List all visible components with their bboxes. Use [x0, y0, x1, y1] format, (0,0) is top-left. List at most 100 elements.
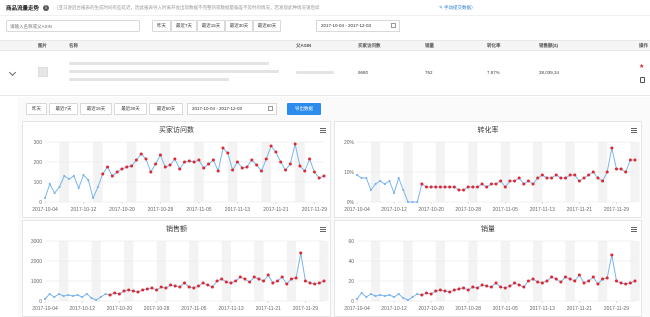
x-tick-label: 2017-10-28 [455, 306, 481, 312]
weekend-band [124, 241, 134, 301]
data-point [115, 170, 119, 174]
data-point [245, 165, 249, 169]
data-point [475, 185, 479, 189]
panel-range-60d-button[interactable]: 最近60天 [149, 103, 183, 115]
data-point [438, 185, 442, 189]
data-point [120, 167, 124, 171]
manual-submit-link[interactable]: ✎ 手动提交数据） [439, 5, 476, 11]
data-point [577, 273, 581, 277]
data-point [43, 196, 47, 200]
data-point [154, 162, 158, 166]
data-point [383, 182, 386, 186]
data-point [485, 284, 489, 288]
data-point [207, 162, 211, 166]
data-point [489, 285, 493, 289]
x-tick-label: 2017-10-12 [381, 306, 407, 312]
data-point [201, 281, 205, 285]
export-data-button[interactable]: 导出数据 [287, 103, 321, 115]
data-point [131, 289, 135, 293]
panel-range-7d-button[interactable]: 最近7天 [49, 103, 78, 115]
data-point [494, 281, 498, 285]
data-point [425, 291, 428, 295]
x-tick-label: 2017-11-05 [181, 306, 206, 312]
data-point [573, 173, 577, 177]
data-point [53, 295, 56, 299]
data-point [173, 157, 177, 161]
weekend-band [227, 142, 238, 202]
range-yesterday-button[interactable]: 昨天 [152, 20, 171, 32]
data-point [62, 294, 65, 298]
data-point [313, 282, 317, 286]
col-sales[interactable]: 销售额($) [539, 41, 558, 51]
data-point [568, 173, 572, 177]
data-point [322, 174, 326, 178]
data-point [480, 283, 484, 287]
col-conversion[interactable]: 转化率 [487, 41, 501, 51]
data-point [605, 276, 609, 280]
panel-range-15d-button[interactable]: 最近15天 [80, 103, 112, 115]
data-point [257, 277, 261, 281]
search-input[interactable] [6, 20, 140, 32]
range-60d-button[interactable]: 最近60天 [253, 20, 281, 32]
data-point [360, 291, 363, 295]
data-point [248, 280, 252, 284]
range-30d-button[interactable]: 最近30天 [225, 20, 253, 32]
data-point [369, 292, 372, 296]
data-point [624, 170, 628, 174]
data-point [564, 176, 567, 180]
data-point [276, 279, 279, 283]
data-point [293, 142, 297, 146]
y-tick-label: 200 [34, 160, 43, 166]
weekend-band [565, 241, 575, 301]
data-point [397, 292, 400, 296]
col-visits[interactable]: 买家访问数 [358, 41, 381, 51]
panel-range-yesterday-button[interactable]: 昨天 [26, 103, 47, 115]
range-15d-button[interactable]: 最近15天 [197, 20, 225, 32]
x-tick-label: 2017-10-12 [381, 207, 407, 213]
data-point [173, 284, 177, 288]
panel-date-range-picker[interactable]: 2017-10-04 - 2017-12-03 [187, 103, 277, 115]
x-tick-label: 2017-10-04 [32, 207, 58, 213]
data-point [624, 282, 628, 286]
data-point [365, 295, 368, 299]
data-point [58, 185, 61, 189]
copy-icon[interactable] [640, 77, 645, 83]
data-point [582, 176, 586, 180]
data-point [238, 275, 242, 279]
data-point [187, 285, 191, 289]
y-tick-label: 10% [344, 170, 355, 176]
data-point [388, 293, 391, 297]
data-point [545, 279, 549, 283]
weekend-band [630, 241, 640, 301]
data-point [92, 196, 95, 200]
data-point [517, 283, 521, 287]
data-point [259, 169, 263, 173]
data-point [312, 170, 316, 174]
data-point [299, 251, 303, 255]
data-point [262, 279, 266, 283]
collapse-chevron-icon[interactable] [8, 68, 17, 77]
star-icon[interactable]: ★ [639, 63, 644, 70]
weekend-band [319, 241, 329, 301]
info-circle-icon[interactable]: i [43, 4, 50, 11]
data-point [87, 178, 90, 182]
data-point [503, 185, 507, 189]
data-point [610, 253, 614, 257]
data-point [475, 286, 479, 290]
data-point [85, 292, 88, 296]
date-range-picker[interactable]: 2017-10-04 - 2017-12-03 [316, 20, 400, 32]
col-units[interactable]: 销量 [425, 41, 434, 51]
data-point [397, 176, 400, 180]
data-point [499, 179, 503, 183]
data-point [466, 288, 470, 292]
data-point [582, 281, 586, 285]
data-point [139, 152, 143, 156]
data-point [628, 281, 632, 285]
panel-range-30d-button[interactable]: 最近30天 [114, 103, 147, 115]
section-title: 商品流量走势 [6, 5, 40, 12]
weekend-band [126, 142, 137, 202]
range-7d-button[interactable]: 最近7天 [171, 20, 197, 32]
col-image: 图片 [38, 43, 47, 48]
data-point [545, 176, 549, 180]
product-name-redacted [69, 78, 229, 81]
